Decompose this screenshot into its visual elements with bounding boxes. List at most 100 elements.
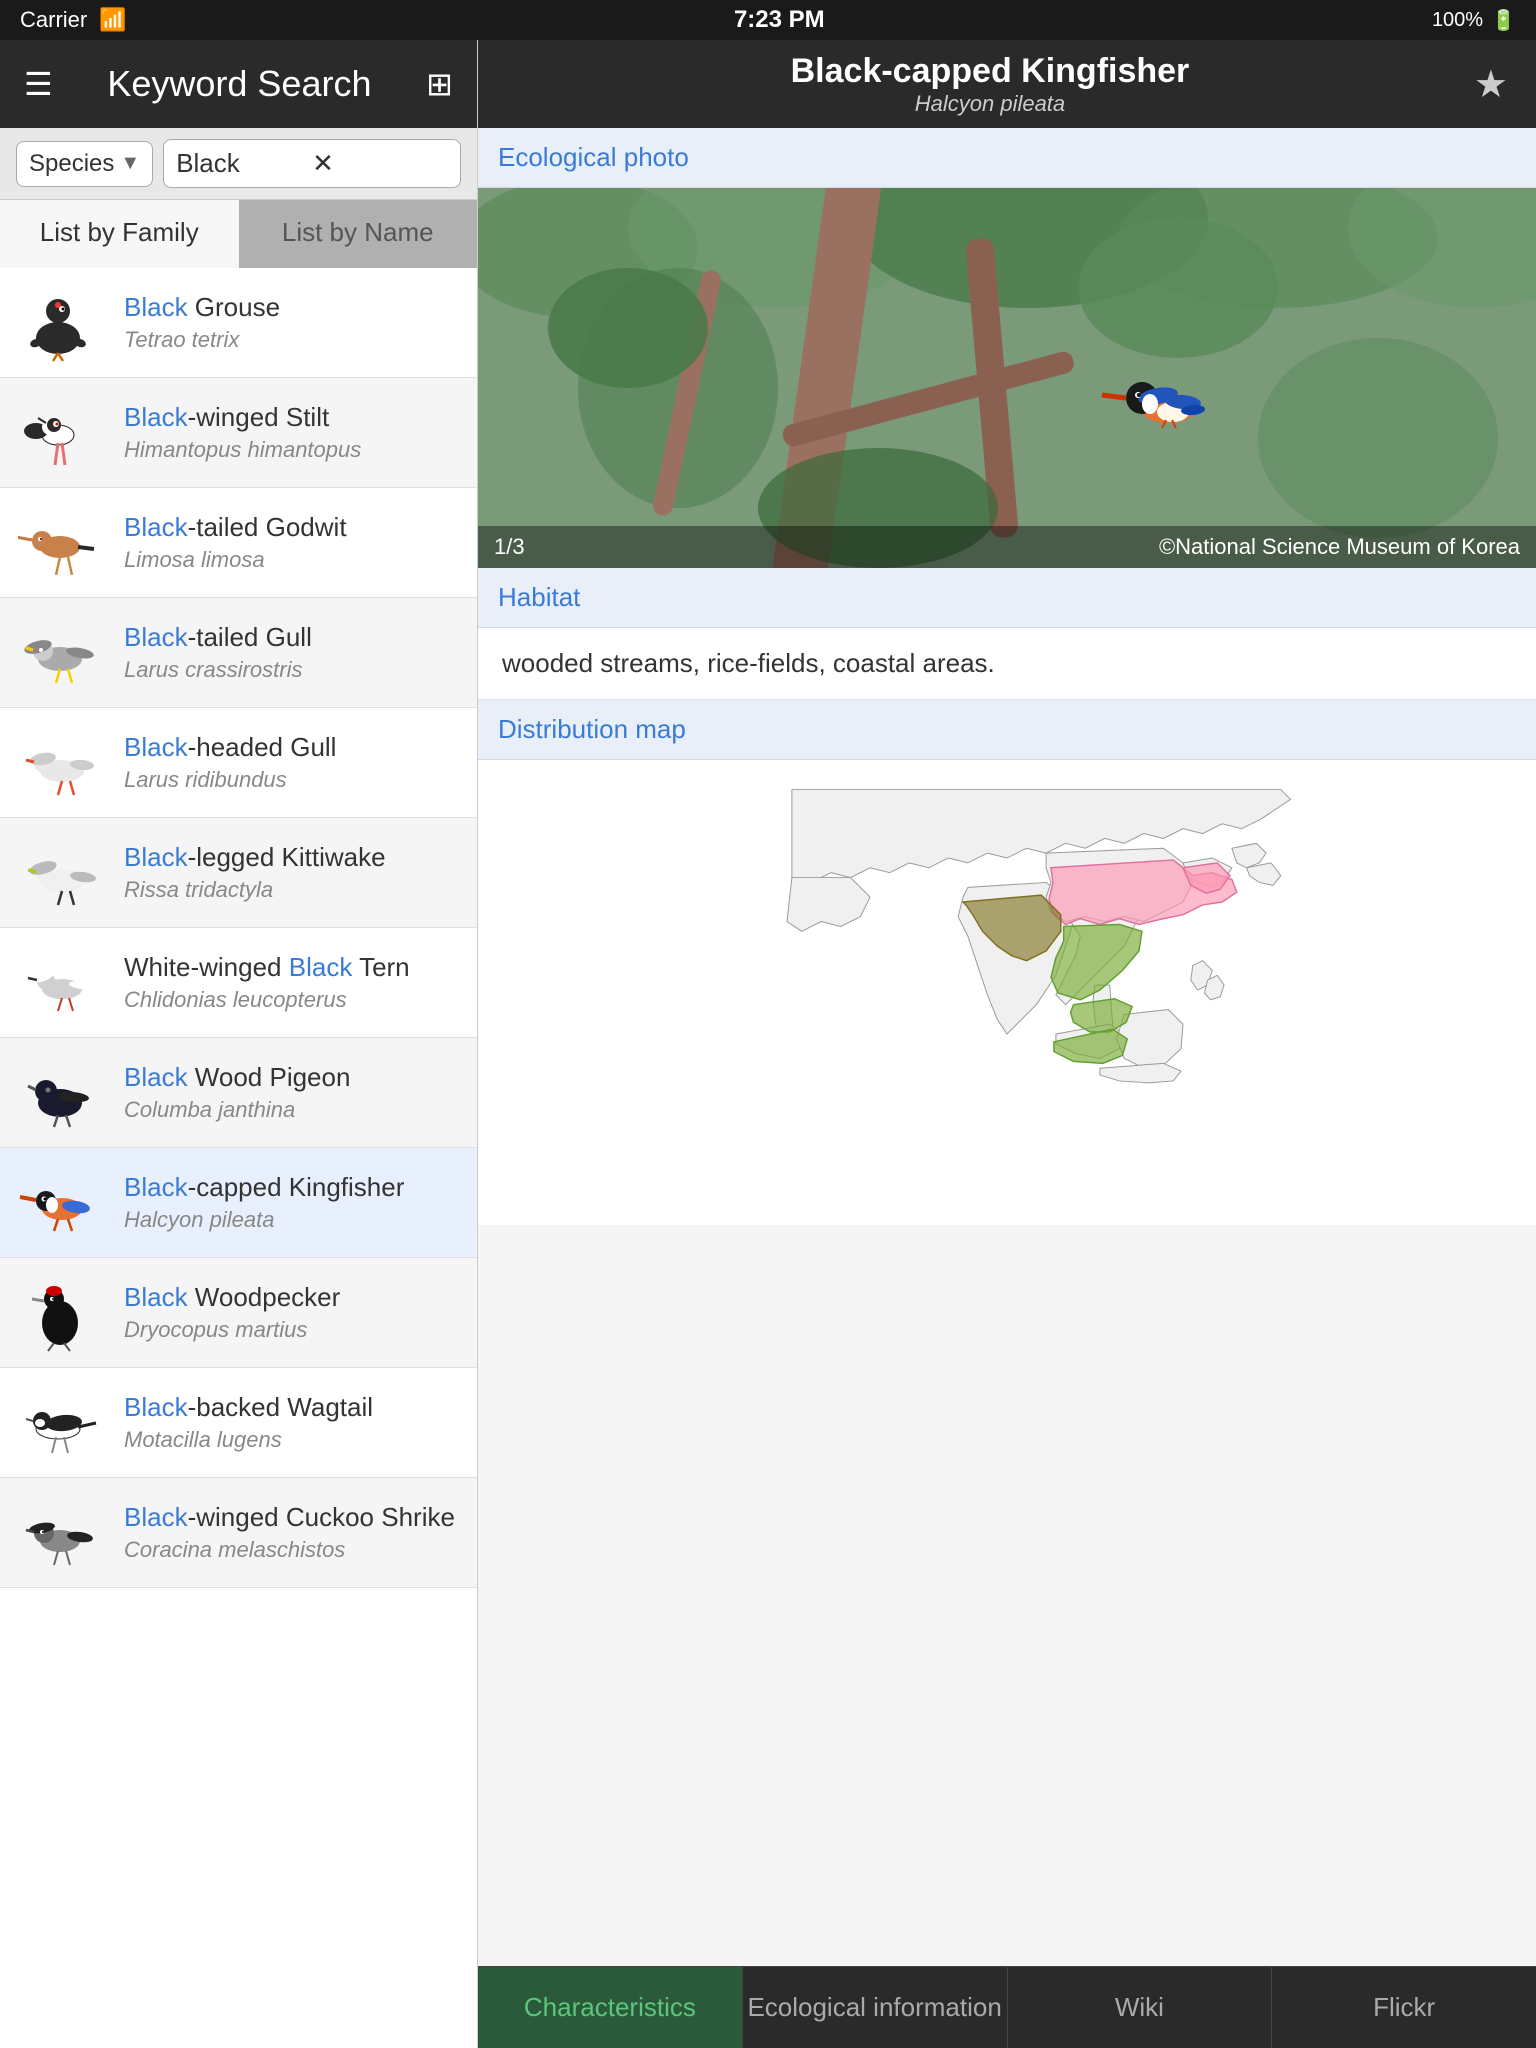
bird-common-name: Black-backed Wagtail (124, 1392, 469, 1423)
list-item[interactable]: Black-backed Wagtail Motacilla lugens (0, 1368, 477, 1478)
bird-scientific-name: Larus ridibundus (124, 767, 469, 793)
bird-scientific-name: Tetrao tetrix (124, 327, 469, 353)
tab-family[interactable]: List by Family (0, 200, 239, 268)
bird-scientific-name: Coracina melaschistos (124, 1537, 469, 1563)
status-bar: Carrier 📶 7:23 PM 100% 🔋 (0, 0, 1536, 40)
list-item[interactable]: Black Grouse Tetrao tetrix (0, 268, 477, 378)
bird-thumbnail (14, 829, 102, 917)
bottom-tab-ecological[interactable]: Ecological information (743, 1967, 1008, 2048)
list-item[interactable]: Black-winged Stilt Himantopus himantopus (0, 378, 477, 488)
bottom-tab-wiki[interactable]: Wiki (1008, 1967, 1273, 2048)
bird-info: Black-headed Gull Larus ridibundus (116, 720, 477, 805)
bird-info: Black-tailed Godwit Limosa limosa (116, 500, 477, 585)
dropdown-label: Species (29, 150, 114, 178)
left-panel: ☰ Keyword Search ⊞ Species ▼ Black ✕ Lis… (0, 40, 478, 2048)
bird-scientific-name: Rissa tridactyla (124, 877, 469, 903)
tab-name[interactable]: List by Name (239, 200, 478, 268)
bird-scientific-name: Dryocopus martius (124, 1317, 469, 1343)
list-item[interactable]: Black-tailed Gull Larus crassirostris (0, 598, 477, 708)
bird-thumbnail (14, 279, 102, 367)
ecological-photo[interactable]: 1/3 ©National Science Museum of Korea (478, 188, 1536, 568)
bird-thumbnail (14, 719, 102, 807)
photo-counter: 1/3 (494, 534, 525, 560)
species-dropdown[interactable]: Species ▼ (16, 141, 153, 187)
bird-info: Black Wood Pigeon Columba janthina (116, 1050, 477, 1135)
bottom-tab-bar: Characteristics Ecological information W… (478, 1966, 1536, 2048)
right-header: Black-capped Kingfisher Halcyon pileata … (478, 40, 1536, 128)
bird-scientific-name: Halcyon pileata (124, 1207, 469, 1233)
bird-thumbnail (14, 389, 102, 477)
photo-section-header: Ecological photo (478, 128, 1536, 188)
list-item[interactable]: Black-headed Gull Larus ridibundus (0, 708, 477, 818)
right-content: Ecological photo (478, 128, 1536, 1966)
bird-info: White-winged Black Tern Chlidonias leuco… (116, 940, 477, 1025)
bird-info: Black-backed Wagtail Motacilla lugens (116, 1380, 477, 1465)
menu-icon[interactable]: ☰ (24, 65, 53, 103)
bird-scientific-name: Larus crassirostris (124, 657, 469, 683)
search-input-container[interactable]: Black ✕ (163, 139, 461, 188)
species-subtitle: Halcyon pileata (506, 91, 1474, 117)
bird-info: Black-capped Kingfisher Halcyon pileata (116, 1160, 477, 1245)
bird-list: Black Grouse Tetrao tetrix (0, 268, 477, 2048)
bird-common-name: Black-headed Gull (124, 732, 469, 763)
bird-scientific-name: Himantopus himantopus (124, 437, 469, 463)
bird-info: Black Woodpecker Dryocopus martius (116, 1270, 477, 1355)
list-item-selected[interactable]: Black-capped Kingfisher Halcyon pileata (0, 1148, 477, 1258)
bird-common-name: Black-capped Kingfisher (124, 1172, 469, 1203)
bird-info: Black-winged Cuckoo Shrike Coracina mela… (116, 1490, 477, 1575)
bird-scientific-name: Columba janthina (124, 1097, 469, 1123)
species-title: Black-capped Kingfisher (506, 52, 1474, 91)
bird-thumbnail (14, 1049, 102, 1137)
bird-common-name: Black Woodpecker (124, 1282, 469, 1313)
bird-scientific-name: Limosa limosa (124, 547, 469, 573)
bird-info: Black-tailed Gull Larus crassirostris (116, 610, 477, 695)
search-bar: Species ▼ Black ✕ (0, 128, 477, 200)
bird-common-name: Black-legged Kittiwake (124, 842, 469, 873)
habitat-content: wooded streams, rice-fields, coastal are… (478, 628, 1536, 700)
list-item[interactable]: Black Woodpecker Dryocopus martius (0, 1258, 477, 1368)
list-item[interactable]: Black-legged Kittiwake Rissa tridactyla (0, 818, 477, 928)
list-item[interactable]: Black Wood Pigeon Columba janthina (0, 1038, 477, 1148)
bird-thumbnail (14, 499, 102, 587)
list-item[interactable]: Black-tailed Godwit Limosa limosa (0, 488, 477, 598)
bird-common-name: Black-winged Cuckoo Shrike (124, 1502, 469, 1533)
bird-thumbnail (14, 939, 102, 1027)
bird-info: Black-legged Kittiwake Rissa tridactyla (116, 830, 477, 915)
bird-common-name: Black-winged Stilt (124, 402, 469, 433)
favorite-star-icon[interactable]: ★ (1474, 62, 1508, 107)
grid-icon[interactable]: ⊞ (426, 65, 453, 103)
bottom-tab-characteristics[interactable]: Characteristics (478, 1967, 743, 2048)
search-title: Keyword Search (107, 63, 371, 105)
map-section-header: Distribution map (478, 700, 1536, 760)
tab-bar: List by Family List by Name (0, 200, 477, 268)
bird-thumbnail (14, 1489, 102, 1577)
battery-icon: 🔋 (1491, 8, 1516, 33)
bird-thumbnail (14, 1379, 102, 1467)
bird-common-name: White-winged Black Tern (124, 952, 469, 983)
bird-common-name: Black Grouse (124, 292, 469, 323)
bird-thumbnail (14, 1269, 102, 1357)
wifi-icon: 📶 (99, 7, 126, 33)
bottom-tab-flickr[interactable]: Flickr (1272, 1967, 1536, 2048)
search-value: Black (176, 148, 312, 179)
list-item[interactable]: Black-winged Cuckoo Shrike Coracina mela… (0, 1478, 477, 1588)
status-battery: 100% 🔋 (1432, 8, 1516, 33)
bird-scientific-name: Motacilla lugens (124, 1427, 469, 1453)
bird-common-name: Black-tailed Gull (124, 622, 469, 653)
bird-common-name: Black-tailed Godwit (124, 512, 469, 543)
clear-icon[interactable]: ✕ (312, 148, 448, 179)
bird-common-name: Black Wood Pigeon (124, 1062, 469, 1093)
bird-info: Black-winged Stilt Himantopus himantopus (116, 390, 477, 475)
bird-thumbnail (14, 1159, 102, 1247)
habitat-section-header: Habitat (478, 568, 1536, 628)
bird-thumbnail (14, 609, 102, 697)
photo-credit: ©National Science Museum of Korea (1159, 534, 1520, 560)
status-carrier: Carrier 📶 (20, 7, 127, 33)
list-item[interactable]: White-winged Black Tern Chlidonias leuco… (0, 928, 477, 1038)
left-header: ☰ Keyword Search ⊞ (0, 40, 477, 128)
photo-overlay: 1/3 ©National Science Museum of Korea (478, 526, 1536, 568)
bird-scientific-name: Chlidonias leucopterus (124, 987, 469, 1013)
distribution-map (478, 760, 1536, 1225)
right-panel: Black-capped Kingfisher Halcyon pileata … (478, 40, 1536, 2048)
status-time: 7:23 PM (734, 6, 825, 34)
